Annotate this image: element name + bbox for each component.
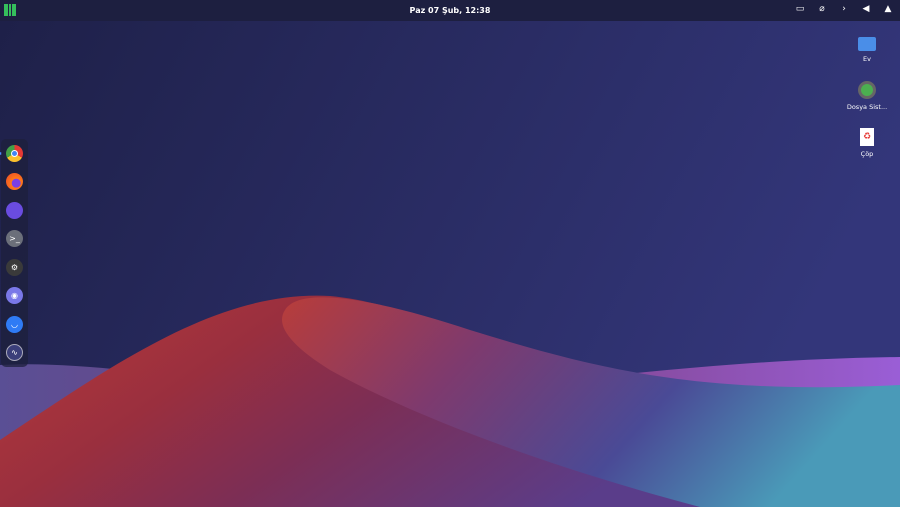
desktop-icon-trash[interactable]: ♻ Çöp xyxy=(832,128,900,158)
store-icon[interactable]: ◡ xyxy=(6,316,23,333)
desktop-icon-home[interactable]: Ev xyxy=(832,34,900,63)
screen-icon[interactable]: ▭ xyxy=(794,4,806,14)
home-folder-icon xyxy=(858,37,876,51)
paperclip-icon[interactable]: ⌀ xyxy=(816,4,828,14)
wallpaper xyxy=(0,0,900,507)
chrome-icon[interactable] xyxy=(6,145,23,162)
bell-icon[interactable]: ▲ xyxy=(882,4,894,14)
desktop-icon-label: Ev xyxy=(863,55,871,63)
steam-icon[interactable]: ⚙ xyxy=(6,259,23,276)
chevron-right-icon[interactable]: › xyxy=(838,4,850,14)
system-monitor-icon[interactable]: ∿ xyxy=(6,344,23,361)
terminal-icon[interactable]: >_ xyxy=(6,230,23,247)
volume-icon[interactable]: ◀ xyxy=(860,4,872,14)
drive-icon xyxy=(858,81,876,99)
dock: >_ ⚙ ◉ ◡ ∿ xyxy=(1,139,28,367)
top-bar: Paz 07 Şub, 12:38 ▭ ⌀ › ◀ ▲ xyxy=(0,0,900,21)
desktop-icon-label: Dosya Sist... xyxy=(846,103,888,111)
firefox-icon[interactable] xyxy=(6,173,23,190)
discord-icon[interactable]: ◉ xyxy=(6,287,23,304)
app-icon[interactable] xyxy=(6,202,23,219)
desktop-icon-filesystem[interactable]: Dosya Sist... xyxy=(832,81,900,111)
trash-icon: ♻ xyxy=(860,128,874,146)
desktop-icon-label: Çöp xyxy=(860,150,874,158)
clock[interactable]: Paz 07 Şub, 12:38 xyxy=(0,6,900,15)
